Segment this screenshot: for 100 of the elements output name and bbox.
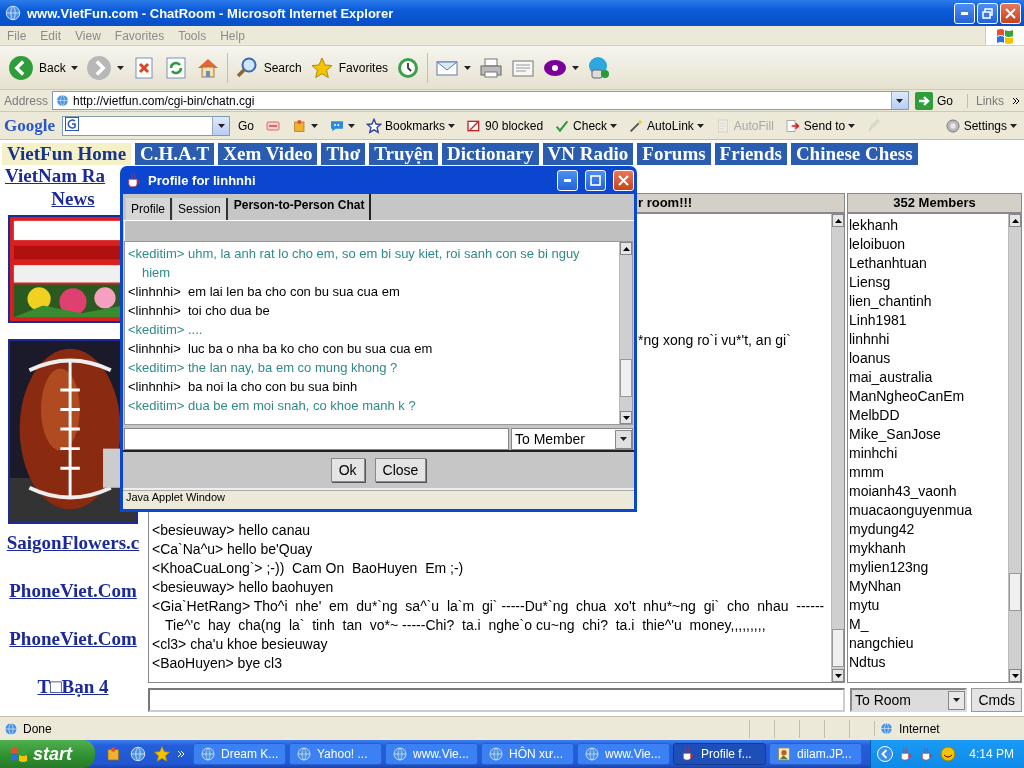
chevron-icon[interactable] [877, 746, 894, 762]
nav-tab[interactable]: Truyện [369, 143, 438, 165]
chat-message: <keditim> .... [128, 321, 204, 339]
member-name[interactable]: muacaonguyenmua [848, 501, 1008, 520]
message-field[interactable] [124, 428, 509, 450]
member-name[interactable]: Mike_SanJose [848, 425, 1008, 444]
scroll-down-icon[interactable] [1011, 673, 1019, 678]
scrollbar[interactable] [1008, 214, 1021, 682]
back-button[interactable]: Back [4, 52, 82, 83]
nav-tab[interactable]: VN Radio [542, 143, 634, 165]
taskbar-button[interactable]: Dream K... [193, 743, 286, 765]
scroll-down-icon[interactable] [834, 673, 842, 678]
member-name[interactable]: lekhanh [848, 216, 1008, 235]
go-button[interactable]: Go [235, 118, 257, 133]
member-name[interactable]: Ndtus [848, 653, 1008, 672]
member-name[interactable]: minhchi [848, 444, 1008, 463]
search-button[interactable]: Search [230, 53, 306, 82]
dialog-button[interactable]: Ok [330, 458, 365, 482]
link[interactable]: News [51, 188, 95, 210]
bookmarks-button[interactable]: Bookmarks [363, 117, 459, 134]
go-button[interactable]: Go [912, 91, 963, 110]
scrollbar-thumb[interactable] [832, 629, 844, 667]
dialog-button[interactable]: Close [374, 458, 427, 482]
member-name[interactable]: mydung42 [848, 520, 1008, 539]
taskbar-button[interactable]: Yahoo! ... [289, 743, 382, 765]
caret-icon [620, 437, 627, 441]
member-name[interactable]: linhnhi [848, 330, 1008, 349]
start-button[interactable]: start [0, 740, 95, 768]
member-name[interactable]: M_ [848, 615, 1008, 634]
message-field[interactable] [148, 688, 845, 712]
minimize-button[interactable] [557, 169, 578, 191]
blocked-button[interactable]: 90 blocked [463, 117, 547, 134]
member-name[interactable]: nangchieu [848, 634, 1008, 653]
member-name[interactable]: lien_chantinh [848, 292, 1008, 311]
caret-icon [464, 65, 472, 70]
dropdown-button[interactable] [890, 92, 908, 109]
restore-button[interactable] [977, 2, 998, 24]
taskbar-button[interactable]: Profile f... [673, 743, 766, 765]
member-name[interactable]: mai_australia [848, 368, 1008, 387]
link[interactable]: PhoneViet.Com [9, 628, 137, 650]
recipient-dropdown[interactable]: To Room [850, 688, 968, 712]
nav-tab[interactable]: Dictionary [441, 143, 539, 165]
tab[interactable]: Session [173, 198, 228, 220]
link[interactable]: SaigonFlowers.c [6, 532, 140, 554]
nav-tab[interactable]: VietFun Home [2, 143, 132, 165]
taskbar-button[interactable]: dilam.JP... [769, 743, 862, 765]
dialog-title: Profile for linhnhi [148, 172, 257, 188]
recipient-dropdown[interactable]: To Member [511, 428, 633, 450]
scrollbar[interactable] [619, 242, 632, 424]
close-button[interactable] [1000, 2, 1021, 24]
settings-button[interactable]: Settings [941, 117, 1020, 134]
maximize-button[interactable] [585, 169, 606, 191]
minimize-button[interactable] [954, 2, 975, 24]
taskbar-button[interactable]: www.Vie... [577, 743, 670, 765]
nav-tab[interactable]: Xem Video [218, 143, 318, 165]
scrollbar-thumb[interactable] [1009, 573, 1021, 611]
caret-icon [1010, 123, 1017, 128]
favorites-button[interactable]: Favorites [305, 53, 393, 82]
scrollbar[interactable] [831, 214, 844, 682]
nav-tab[interactable]: Thơ [321, 143, 366, 165]
search-field[interactable] [62, 115, 230, 136]
nav-tab[interactable]: Friends [714, 143, 787, 165]
member-name[interactable]: loanus [848, 349, 1008, 368]
member-name[interactable]: ManNgheoCanEm [848, 387, 1008, 406]
taskbar-button[interactable]: www.Vie... [385, 743, 478, 765]
check-button[interactable]: Check [551, 117, 621, 134]
chat-message: <Ca`Na^u> hello be'Quay [151, 540, 314, 559]
tab[interactable]: Profile [126, 198, 172, 220]
scroll-down-icon[interactable] [622, 415, 630, 420]
member-name[interactable]: mytu [848, 596, 1008, 615]
address-field[interactable]: http://vietfun.com/cgi-bin/chatn.cgi [52, 91, 909, 110]
member-name[interactable]: mykhanh [848, 539, 1008, 558]
link[interactable]: VietNam Ra [5, 165, 106, 187]
scroll-up-icon[interactable] [622, 246, 630, 251]
close-button[interactable] [613, 169, 634, 191]
taskbar-button[interactable]: HÔN xư... [481, 743, 574, 765]
scroll-up-icon[interactable] [834, 218, 842, 223]
member-name[interactable]: MyNhan [848, 577, 1008, 596]
member-name[interactable]: mylien123ng [848, 558, 1008, 577]
sendto-button[interactable]: Send to [781, 117, 859, 134]
member-name[interactable]: moianh43_vaonh [848, 482, 1008, 501]
member-name[interactable]: Lethanhtuan [848, 254, 1008, 273]
dropdown-button[interactable] [212, 116, 229, 135]
nav-tab[interactable]: Chinese Chess [790, 143, 918, 165]
member-name[interactable]: Liensg [848, 273, 1008, 292]
member-name[interactable]: mmm [848, 463, 1008, 482]
link[interactable]: T□Bạn 4 [37, 676, 109, 698]
chat-message: <keditim> dua be em moi snah, co khoe manh k ? [128, 397, 417, 415]
chevron-icon[interactable] [177, 750, 185, 758]
member-name[interactable]: leloibuon [848, 235, 1008, 254]
nav-tab[interactable]: C.H.A.T [135, 143, 215, 165]
links-button[interactable]: Links [967, 93, 1020, 108]
link[interactable]: PhoneViet.Com [9, 580, 137, 602]
scroll-up-icon[interactable] [1011, 218, 1019, 223]
member-name[interactable]: Linh1981 [848, 311, 1008, 330]
scrollbar-thumb[interactable] [620, 359, 632, 397]
member-name[interactable]: MelbDD [848, 406, 1008, 425]
nav-tab[interactable]: Forums [637, 143, 711, 165]
cmds-button[interactable]: Cmds [971, 688, 1022, 712]
autolink-button[interactable]: AutoLink [625, 117, 707, 134]
